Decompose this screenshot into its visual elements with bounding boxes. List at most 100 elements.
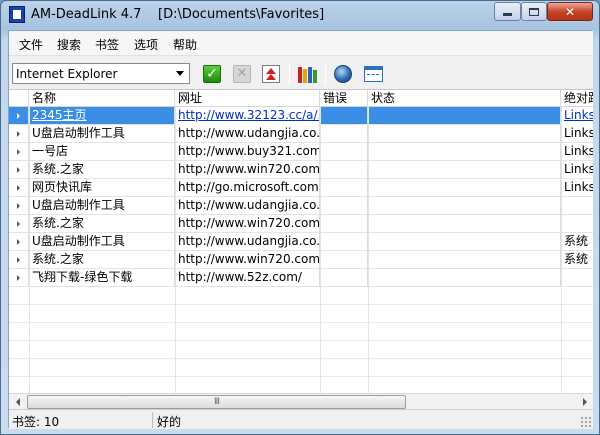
resize-grip-icon[interactable]: [580, 416, 591, 427]
row-pointer-icon: [9, 107, 29, 125]
main-window: AM-DeadLink 4.7 [D:\Documents\Favorites]…: [0, 0, 600, 435]
header-marker: [9, 90, 29, 107]
browser-select-value: Internet Explorer: [16, 67, 118, 81]
column-url[interactable]: 网址: [175, 90, 320, 107]
window-button[interactable]: [362, 63, 384, 84]
table-row[interactable]: U盘启动制作工具 http://www.udangjia.co...: [9, 197, 593, 215]
column-path[interactable]: 绝对路: [561, 90, 593, 107]
cell-name: 2345主页: [29, 107, 175, 125]
table-row[interactable]: 系统.之家 http://www.win720.com... 系统: [9, 251, 593, 269]
close-button[interactable]: ✕: [547, 2, 593, 21]
cancel-button[interactable]: ✕: [231, 63, 253, 84]
cell-path: Links: [561, 161, 593, 179]
cell-status: [368, 179, 561, 197]
toolbar: Internet Explorer ✓ ✕: [9, 56, 593, 89]
cell-error: [320, 269, 368, 287]
cell-name: U盘启动制作工具: [29, 233, 175, 251]
check-icon: ✓: [203, 64, 221, 83]
cell-url: http://www.udangjia.co...: [175, 197, 320, 215]
table-row[interactable]: 一号店 http://www.buy321.com... Links: [9, 143, 593, 161]
cell-status: [368, 269, 561, 287]
cell-name: 系统.之家: [29, 215, 175, 233]
status-separator: [152, 412, 153, 428]
bookmarks-button[interactable]: [297, 63, 319, 84]
cell-name: 系统.之家: [29, 161, 175, 179]
scroll-left-button[interactable]: [9, 394, 26, 409]
cell-path: 系统: [561, 233, 593, 251]
cell-name: U盘启动制作工具: [29, 125, 175, 143]
column-status[interactable]: 状态: [368, 90, 561, 107]
title-bar[interactable]: AM-DeadLink 4.7 [D:\Documents\Favorites]…: [1, 1, 599, 29]
scroll-right-button[interactable]: [576, 394, 593, 409]
cell-status: [368, 107, 561, 125]
minimize-button[interactable]: [494, 2, 521, 21]
cell-name: 一号店: [29, 143, 175, 161]
row-pointer-icon: [9, 179, 29, 197]
table-row[interactable]: 飞翔下载-绿色下载 http://www.52z.com/: [9, 269, 593, 287]
row-pointer-icon: [9, 143, 29, 161]
chevron-down-icon[interactable]: [172, 65, 188, 82]
cell-path: Links: [561, 107, 593, 125]
cell-url: http://www.32123.cc/a/...: [175, 107, 320, 125]
table-row[interactable]: 系统.之家 http://www.win720.com... Links: [9, 161, 593, 179]
cell-url: http://www.udangjia.co...: [175, 233, 320, 251]
cell-error: [320, 125, 368, 143]
menu-help[interactable]: 帮助: [173, 36, 197, 53]
cell-name: U盘启动制作工具: [29, 197, 175, 215]
table-row[interactable]: 网页快讯库 http://go.microsoft.com... Links: [9, 179, 593, 197]
table-row[interactable]: U盘启动制作工具 http://www.udangjia.co... Links: [9, 125, 593, 143]
menu-options[interactable]: 选项: [134, 36, 158, 53]
status-bar: 书签: 10 好的: [9, 409, 593, 429]
cell-path: Links: [561, 179, 593, 197]
empty-row: [9, 323, 593, 341]
menu-file[interactable]: 文件: [19, 36, 43, 53]
maximize-button[interactable]: [521, 2, 547, 21]
cell-path: [561, 215, 593, 233]
table-header: 名称 网址 错误 状态 绝对路: [9, 90, 593, 107]
cell-status: [368, 125, 561, 143]
internet-button[interactable]: [332, 63, 354, 84]
column-error[interactable]: 错误: [320, 90, 368, 107]
horizontal-scrollbar[interactable]: III: [9, 393, 593, 409]
column-divider: [29, 107, 30, 409]
cell-error: [320, 197, 368, 215]
cell-error: [320, 233, 368, 251]
cell-url: http://www.win720.com...: [175, 215, 320, 233]
cell-name: 系统.之家: [29, 251, 175, 269]
table-row[interactable]: 2345主页 http://www.32123.cc/a/... Links: [9, 107, 593, 125]
move-up-button[interactable]: [260, 63, 282, 84]
row-pointer-icon: [9, 125, 29, 143]
cell-error: [320, 215, 368, 233]
app-icon[interactable]: [9, 6, 25, 23]
browser-select[interactable]: Internet Explorer: [12, 63, 190, 84]
status-message: 好的: [157, 415, 182, 429]
empty-row: [9, 305, 593, 323]
menu-bookmarks[interactable]: 书签: [95, 36, 119, 53]
table-row[interactable]: U盘启动制作工具 http://www.udangjia.co... 系统: [9, 233, 593, 251]
cell-url: http://www.win720.com...: [175, 251, 320, 269]
toolbar-separator: [325, 62, 326, 85]
bookmark-table[interactable]: 名称 网址 错误 状态 绝对路 2345主页http://www.32123.c…: [9, 89, 593, 409]
move-up-icon: [262, 64, 280, 83]
cell-error: [320, 107, 368, 125]
cell-url: http://www.buy321.com...: [175, 143, 320, 161]
cell-url: http://go.microsoft.com...: [175, 179, 320, 197]
column-name[interactable]: 名称: [29, 90, 175, 107]
cell-url: http://www.win720.com...: [175, 161, 320, 179]
maximize-icon: [529, 7, 539, 16]
menu-search[interactable]: 搜索: [57, 36, 81, 53]
empty-row: [9, 287, 593, 305]
check-links-button[interactable]: ✓: [201, 63, 223, 84]
scroll-thumb[interactable]: III: [27, 395, 406, 409]
table-row[interactable]: 系统.之家 http://www.win720.com...: [9, 215, 593, 233]
close-icon: ✕: [564, 4, 576, 19]
row-pointer-icon: [9, 161, 29, 179]
menu-bar: 文件 搜索 书签 选项 帮助: [9, 31, 593, 56]
cell-status: [368, 215, 561, 233]
row-pointer-icon: [9, 233, 29, 251]
row-pointer-icon: [9, 197, 29, 215]
window-icon: [363, 65, 383, 82]
column-divider: [175, 107, 176, 409]
toolbar-separator: [289, 62, 290, 85]
cell-error: [320, 161, 368, 179]
